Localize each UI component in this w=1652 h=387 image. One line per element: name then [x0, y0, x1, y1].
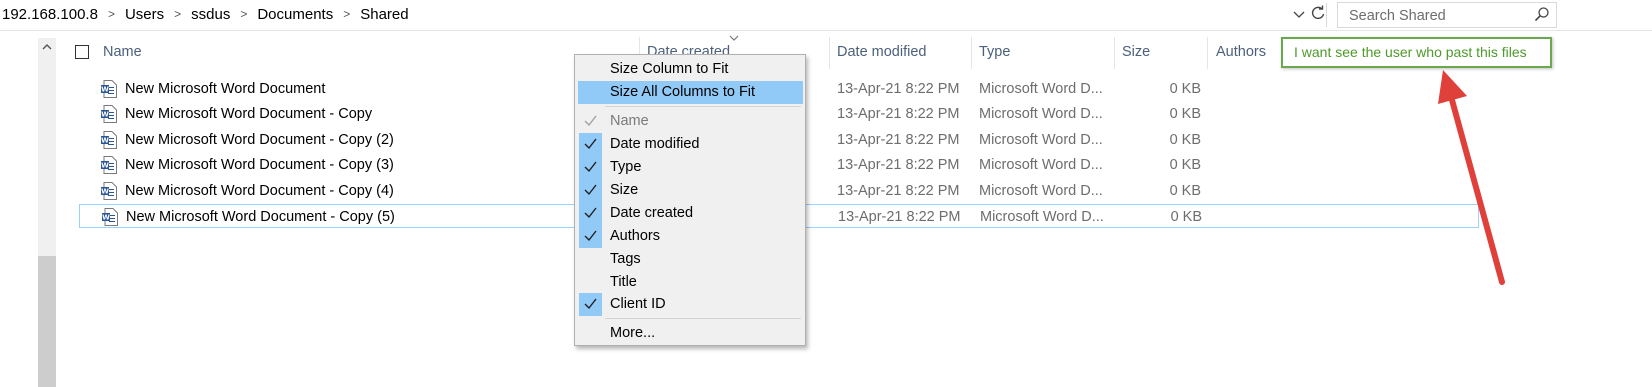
- red-arrow-icon: [1438, 70, 1505, 285]
